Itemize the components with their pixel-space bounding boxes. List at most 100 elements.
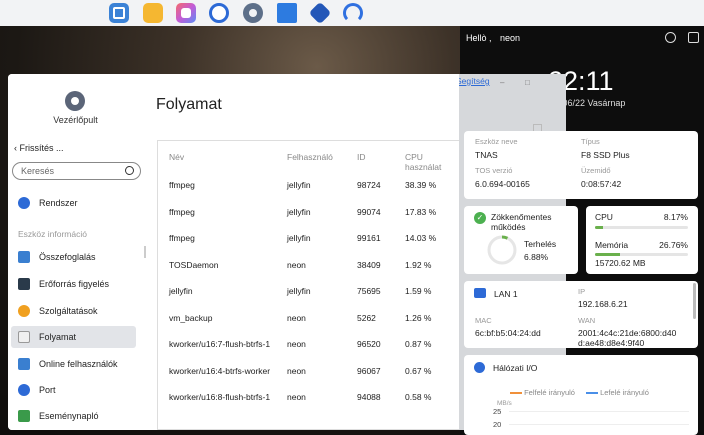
- cpu-cell: 14.03 %: [405, 233, 437, 243]
- health-card: ✓ Zökkenőmentes működés Terhelés 6.88%: [464, 206, 578, 274]
- legend-down-label: Lefelé irányuló: [600, 388, 649, 397]
- support-icon[interactable]: [343, 3, 363, 23]
- sidebar-item-resources[interactable]: Erőforrás figyelés: [11, 273, 136, 295]
- pid-cell: 38409: [357, 259, 381, 270]
- security-icon[interactable]: [308, 1, 332, 25]
- search-icon[interactable]: [125, 166, 134, 175]
- fullscreen-icon[interactable]: [688, 32, 699, 43]
- tos-version-label: TOS verzió: [475, 166, 513, 175]
- table-row[interactable]: kworker/u16:4-btrfs-worker neon 96067 0.67 …: [158, 359, 459, 383]
- cpu-label: CPU: [595, 212, 613, 222]
- process-table: Név Felhasználó ID CPU használat ffmpeg j…: [157, 140, 459, 430]
- cpu-cell: 1.92 %: [405, 259, 432, 270]
- app-launcher-icon[interactable]: [109, 3, 129, 23]
- sidebar-item-event-log[interactable]: Eseménynapló: [11, 405, 136, 427]
- pid-cell: 5262: [357, 312, 376, 323]
- system-icon: [18, 197, 30, 209]
- help-link[interactable]: Segítség: [456, 76, 490, 86]
- pid-cell: 99074: [357, 206, 381, 217]
- pid-cell: 75695: [357, 286, 381, 296]
- cpu-cell: 38.39 %: [405, 180, 437, 190]
- mac-value: 6c:bf:b5:04:24:dd: [475, 328, 541, 338]
- section-label: Eszköz információ: [18, 229, 87, 239]
- user-cell: neon: [287, 259, 306, 270]
- wan-value-line2: d:ae48:d8e4:9f40: [578, 338, 645, 348]
- legend-up-label: Felfelé irányuló: [524, 388, 575, 397]
- search-input[interactable]: Keresés: [12, 162, 141, 180]
- device-name-value: TNAS: [475, 150, 498, 160]
- load-ring: [487, 235, 517, 265]
- minimize-icon[interactable]: –: [500, 78, 504, 87]
- sidebar-item-label: Port: [39, 385, 56, 395]
- table-row[interactable]: vm_backup neon 5262 1.26 %: [158, 306, 459, 330]
- column-header-id[interactable]: ID: [357, 152, 366, 162]
- back-label: Frissítés ...: [19, 143, 64, 153]
- table-row[interactable]: kworker/u16:7-flush-btrfs-1 neon 96520 0.87…: [158, 332, 459, 356]
- settings-icon[interactable]: [665, 32, 676, 43]
- back-button[interactable]: ‹ Frissítés ...: [14, 143, 64, 153]
- user-cell: neon: [287, 339, 306, 349]
- sidebar-item-online-users[interactable]: Online felhasználók: [11, 353, 136, 375]
- table-row[interactable]: ffmpeg jellyfin 98724 38.39 %: [158, 173, 459, 197]
- settings-icon[interactable]: [243, 3, 263, 23]
- taskbar: [0, 0, 704, 26]
- memory-value: 26.76%: [659, 240, 688, 250]
- port-icon: [18, 384, 30, 396]
- io-gridline: [509, 424, 689, 425]
- sidebar-item-label: Rendszer: [39, 198, 78, 208]
- io-tick: 20: [493, 420, 502, 429]
- load-label: Terhelés: [524, 239, 557, 249]
- monitor-icon: [18, 251, 30, 263]
- wan-value-line1: 2001:4c4c:21de:6800:d40: [578, 328, 677, 338]
- table-row[interactable]: kworker/u16:8-flush-btrfs-1 neon 94088 0.58…: [158, 385, 459, 409]
- table-row[interactable]: TOSDaemon neon 38409 1.92 %: [158, 253, 459, 277]
- app-title: Vezérlőpult: [53, 115, 98, 125]
- cpu-cell: 1.59 %: [405, 286, 432, 296]
- sidebar-item-system[interactable]: Rendszer: [11, 192, 136, 214]
- io-gridline: [509, 411, 689, 412]
- maximize-icon[interactable]: □: [525, 78, 530, 87]
- users-monitor-icon: [18, 358, 30, 370]
- username[interactable]: neon: [500, 33, 520, 43]
- process-name-cell: ffmpeg: [169, 206, 195, 217]
- cpu-cell: 1.26 %: [405, 312, 432, 323]
- sidebar-item-processes[interactable]: Folyamat: [11, 326, 136, 348]
- sidebar-item-port[interactable]: Port: [11, 379, 136, 401]
- user-cell: jellyfin: [287, 233, 311, 243]
- io-unit: MB/s: [497, 400, 512, 407]
- column-header-user[interactable]: Felhasználó: [287, 152, 333, 162]
- table-row[interactable]: jellyfin jellyfin 75695 1.59 %: [158, 279, 459, 303]
- user-cell: jellyfin: [287, 206, 311, 217]
- pid-cell: 96067: [357, 365, 381, 376]
- folder-icon[interactable]: [143, 3, 163, 23]
- page-title: Folyamat: [156, 96, 222, 113]
- greeting-text: Hellò ,: [466, 33, 492, 43]
- sidebar-item-label: Online felhasználók: [39, 359, 118, 369]
- pid-cell: 96520: [357, 339, 381, 349]
- lan-name: LAN 1: [494, 289, 518, 299]
- cpu-cell: 0.67 %: [405, 365, 432, 376]
- column-header-name[interactable]: Név: [169, 152, 184, 162]
- network-card: LAN 1 IP 192.168.6.21 MAC 6c:bf:b5:04:24…: [464, 281, 698, 348]
- lan-icon: [474, 288, 486, 298]
- process-name-cell: ffmpeg: [169, 233, 195, 243]
- backup-icon[interactable]: [209, 3, 229, 23]
- table-row[interactable]: ffmpeg jellyfin 99074 17.83 %: [158, 200, 459, 224]
- table-row[interactable]: ffmpeg jellyfin 99161 14.03 %: [158, 226, 459, 250]
- services-icon: [18, 305, 30, 317]
- legend-up-swatch: [510, 392, 522, 395]
- app-center-icon[interactable]: [176, 3, 196, 23]
- sidebar-scrollbar[interactable]: [144, 246, 146, 258]
- network-io-title: Hálózati I/O: [493, 363, 538, 373]
- column-header-cpu[interactable]: CPU használat: [405, 152, 459, 172]
- main-content: Folyamat Név Felhasználó ID CPU használa…: [156, 74, 459, 430]
- widget-scrollbar[interactable]: [693, 283, 696, 319]
- uptime-value: 0:08:57:42: [581, 179, 622, 189]
- sidebar-item-services[interactable]: Szolgáltatások: [11, 300, 136, 322]
- resource-monitor-icon: [18, 278, 30, 290]
- mail-icon[interactable]: [277, 3, 297, 23]
- legend-down-swatch: [586, 392, 598, 395]
- sidebar-item-overview[interactable]: Összefoglalás: [11, 246, 136, 268]
- ip-value: 192.168.6.21: [578, 299, 628, 309]
- sidebar: Vezérlőpult ‹ Frissítés ... Keresés Rend…: [8, 74, 146, 430]
